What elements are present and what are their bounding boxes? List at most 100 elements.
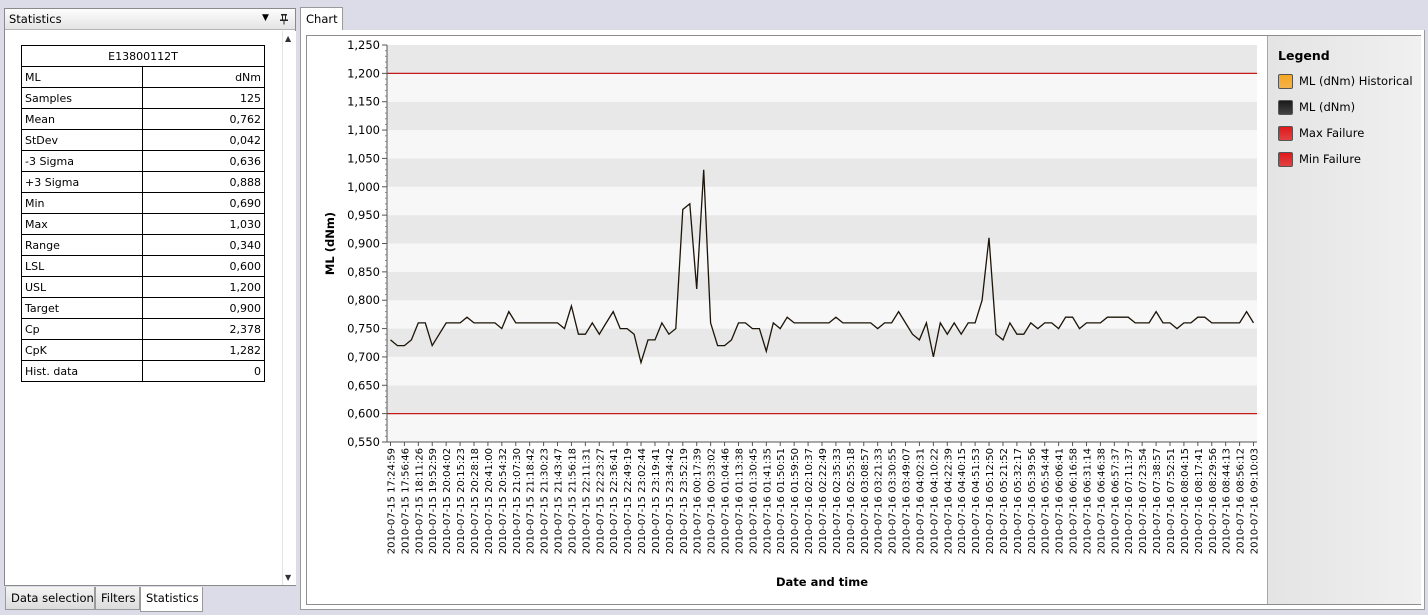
table-row: Max 1,030 — [21, 213, 266, 235]
legend-swatch-min-failure — [1278, 152, 1293, 167]
tab-chart[interactable]: Chart — [300, 7, 343, 31]
x-tick-label: 2010-07-16 01:13:38 — [734, 448, 745, 554]
x-tick-label: 2010-07-16 06:06:41 — [1055, 448, 1066, 554]
y-tick-label: 0,700 — [347, 350, 380, 364]
x-tick-label: 2010-07-16 07:38:57 — [1152, 448, 1163, 554]
x-tick-label: 2010-07-16 06:16:58 — [1069, 448, 1080, 554]
legend: Legend ML (dNm) Historical ML (dNm) Max … — [1267, 36, 1421, 604]
y-tick-label: 0,650 — [347, 378, 380, 392]
stat-label: Samples — [21, 87, 143, 109]
table-row: Target 0,900 — [21, 297, 266, 319]
x-tick-label: 2010-07-15 20:41:00 — [484, 448, 495, 554]
table-row: Min 0,690 — [21, 192, 266, 214]
stat-label: Max — [21, 213, 143, 235]
stat-value: 0,690 — [141, 192, 266, 214]
legend-item-ml: ML (dNm) — [1278, 99, 1428, 117]
legend-swatch-max-failure — [1278, 126, 1293, 141]
legend-label-min-failure: Min Failure — [1299, 152, 1361, 166]
legend-swatch-ml — [1278, 100, 1293, 115]
stat-label: USL — [21, 276, 143, 298]
table-row: LSL 0,600 — [21, 255, 266, 277]
chart-frame: 0,550 0,600 0,650 0,700 0,750 0,800 0,850 0,900… — [300, 30, 1425, 610]
x-tick-label: 2010-07-16 01:04:46 — [721, 448, 732, 554]
tab-filters[interactable]: Filters — [95, 587, 140, 610]
tab-data-selection[interactable]: Data selection — [5, 587, 95, 610]
stat-label: Hist. data — [21, 360, 143, 382]
stat-label: Mean — [21, 108, 143, 130]
stat-label: CpK — [21, 339, 143, 361]
plot-band — [387, 73, 1257, 102]
x-tick-label: 2010-07-16 08:17:41 — [1194, 448, 1205, 554]
plot-band — [387, 385, 1257, 414]
stat-value: 0,888 — [141, 171, 266, 193]
legend-label-historical: ML (dNm) Historical — [1299, 74, 1413, 88]
x-tick-label: 2010-07-15 23:34:42 — [665, 448, 676, 554]
x-tick-label: 2010-07-16 08:04:15 — [1180, 448, 1191, 554]
table-row: +3 Sigma 0,888 — [21, 171, 266, 193]
x-tick-label: 2010-07-16 06:57:37 — [1110, 448, 1121, 554]
table-row: ML dNm — [21, 66, 266, 88]
x-tick-label: 2010-07-16 04:22:39 — [943, 448, 954, 554]
x-tick-label: 2010-07-15 21:43:47 — [554, 448, 565, 554]
x-tick-label: 2010-07-16 05:54:44 — [1041, 448, 1052, 554]
stat-value: 0,340 — [141, 234, 266, 256]
stat-label: StDev — [21, 129, 143, 151]
plot-band — [387, 45, 1257, 74]
y-tick-label: 0,950 — [347, 208, 380, 222]
table-row: USL 1,200 — [21, 276, 266, 298]
stat-value: 0,042 — [141, 129, 266, 151]
x-tick-label: 2010-07-16 06:46:38 — [1096, 448, 1107, 554]
plot-band — [387, 413, 1257, 442]
x-tick-label: 2010-07-15 22:49:19 — [623, 448, 634, 554]
stat-label: Range — [21, 234, 143, 256]
table-row: -3 Sigma 0,636 — [21, 150, 266, 172]
tab-statistics[interactable]: Statistics — [140, 587, 203, 612]
stat-value: 1,200 — [141, 276, 266, 298]
legend-item-historical: ML (dNm) Historical — [1278, 73, 1428, 91]
x-tick-label: 2010-07-16 03:08:57 — [860, 448, 871, 554]
legend-title: Legend — [1278, 48, 1330, 63]
stat-label: Cp — [21, 318, 143, 340]
y-tick-label: 0,850 — [347, 265, 380, 279]
panel-title: Statistics — [9, 12, 62, 26]
legend-label-max-failure: Max Failure — [1299, 126, 1365, 140]
y-tick-label: 0,600 — [347, 407, 380, 421]
x-tick-label: 2010-07-16 00:17:39 — [693, 448, 704, 554]
legend-swatch-historical — [1278, 74, 1293, 89]
legend-item-max-failure: Max Failure — [1278, 125, 1428, 143]
plot-band — [387, 186, 1257, 216]
statistics-panel-header: Statistics ▼ — [5, 9, 295, 30]
scroll-down-icon[interactable]: ▼ — [285, 573, 291, 582]
stat-label: -3 Sigma — [21, 150, 143, 172]
y-tick-label: 0,900 — [347, 237, 380, 251]
dropdown-arrow-icon[interactable]: ▼ — [262, 13, 269, 23]
pin-icon[interactable] — [278, 13, 290, 25]
x-tick-label: 2010-07-15 20:54:32 — [498, 448, 509, 554]
stat-value: 125 — [141, 87, 266, 109]
x-tick-label: 2010-07-15 20:04:02 — [442, 448, 453, 554]
x-tick-label: 2010-07-16 02:55:18 — [846, 448, 857, 554]
x-tick-label: 2010-07-15 23:19:41 — [651, 448, 662, 554]
x-tick-label: 2010-07-16 01:59:50 — [790, 448, 801, 554]
x-tick-label: 2010-07-16 08:44:13 — [1222, 448, 1233, 554]
x-tick-label: 2010-07-16 01:30:45 — [748, 448, 759, 554]
x-tick-label: 2010-07-16 03:30:55 — [888, 448, 899, 554]
x-tick-label: 2010-07-15 21:30:23 — [540, 448, 551, 554]
x-tick-label: 2010-07-16 05:39:56 — [1027, 448, 1038, 554]
stat-label: ML — [21, 66, 143, 88]
stat-label: +3 Sigma — [21, 171, 143, 193]
x-tick-label: 2010-07-16 01:41:35 — [762, 448, 773, 554]
stat-value: 2,378 — [141, 318, 266, 340]
x-tick-label: 2010-07-16 00:33:02 — [707, 448, 718, 554]
table-row: Hist. data 0 — [21, 360, 266, 382]
table-row: StDev 0,042 — [21, 129, 266, 151]
x-tick-label: 2010-07-16 08:56:12 — [1236, 448, 1247, 554]
stat-value: 1,282 — [141, 339, 266, 361]
plot-band — [387, 356, 1257, 386]
vertical-scrollbar[interactable]: ▲ ▼ — [282, 31, 296, 585]
plot-band — [387, 158, 1257, 187]
table-header-cell: E13800112T — [20, 45, 266, 67]
x-tick-label: 2010-07-16 08:29:56 — [1208, 448, 1219, 554]
x-tick-label: 2010-07-16 05:32:17 — [1013, 448, 1024, 554]
scroll-up-icon[interactable]: ▲ — [285, 34, 291, 43]
